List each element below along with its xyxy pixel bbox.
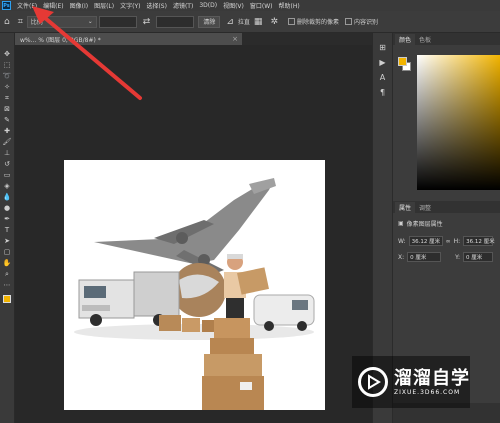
paragraph-panel-icon[interactable]: ¶ [380, 88, 385, 97]
size-row: W: 36.12 厘米 ∞ H: 36.12 厘米 [398, 236, 495, 246]
h-label: H: [453, 237, 461, 245]
y-label: Y: [455, 253, 461, 261]
tab-adjustments[interactable]: 调整 [415, 202, 435, 213]
character-panel-icon[interactable]: A [380, 73, 385, 82]
y-field[interactable]: 0 厘米 [463, 252, 494, 262]
watermark-title: 溜溜自学 [394, 367, 470, 389]
x-field[interactable]: 0 厘米 [407, 252, 442, 262]
properties-subtitle: 像素图层属性 [406, 221, 443, 228]
link-icon[interactable]: ∞ [446, 238, 451, 245]
tab-swatches[interactable]: 色板 [415, 34, 435, 45]
height-field[interactable]: 36.12 厘米 [463, 236, 495, 246]
tab-properties[interactable]: 属性 [395, 202, 416, 213]
watermark-subtitle: ZIXUE.3D66.COM [394, 388, 461, 396]
foreground-color-chip[interactable] [398, 57, 407, 66]
tab-color[interactable]: 颜色 [395, 34, 416, 45]
color-picker-field[interactable] [417, 55, 500, 190]
position-row: X: 0 厘米 Y: 0 厘米 [398, 252, 494, 262]
color-panel-tabs: 颜色 色板 [393, 33, 500, 45]
play-logo-icon [358, 367, 388, 397]
history-panel-icon[interactable]: ⊞ [379, 43, 386, 52]
pixel-layer-icon: ▣ [398, 220, 404, 227]
w-label: W: [398, 237, 406, 245]
properties-subtitle-row: ▣ 像素图层属性 [398, 219, 443, 228]
x-label: X: [398, 253, 405, 261]
play-actions-icon[interactable]: ▶ [379, 58, 385, 67]
width-field[interactable]: 36.12 厘米 [408, 236, 443, 246]
properties-panel-tabs: 属性 调整 [393, 201, 500, 213]
watermark: 溜溜自学 ZIXUE.3D66.COM [352, 356, 470, 408]
